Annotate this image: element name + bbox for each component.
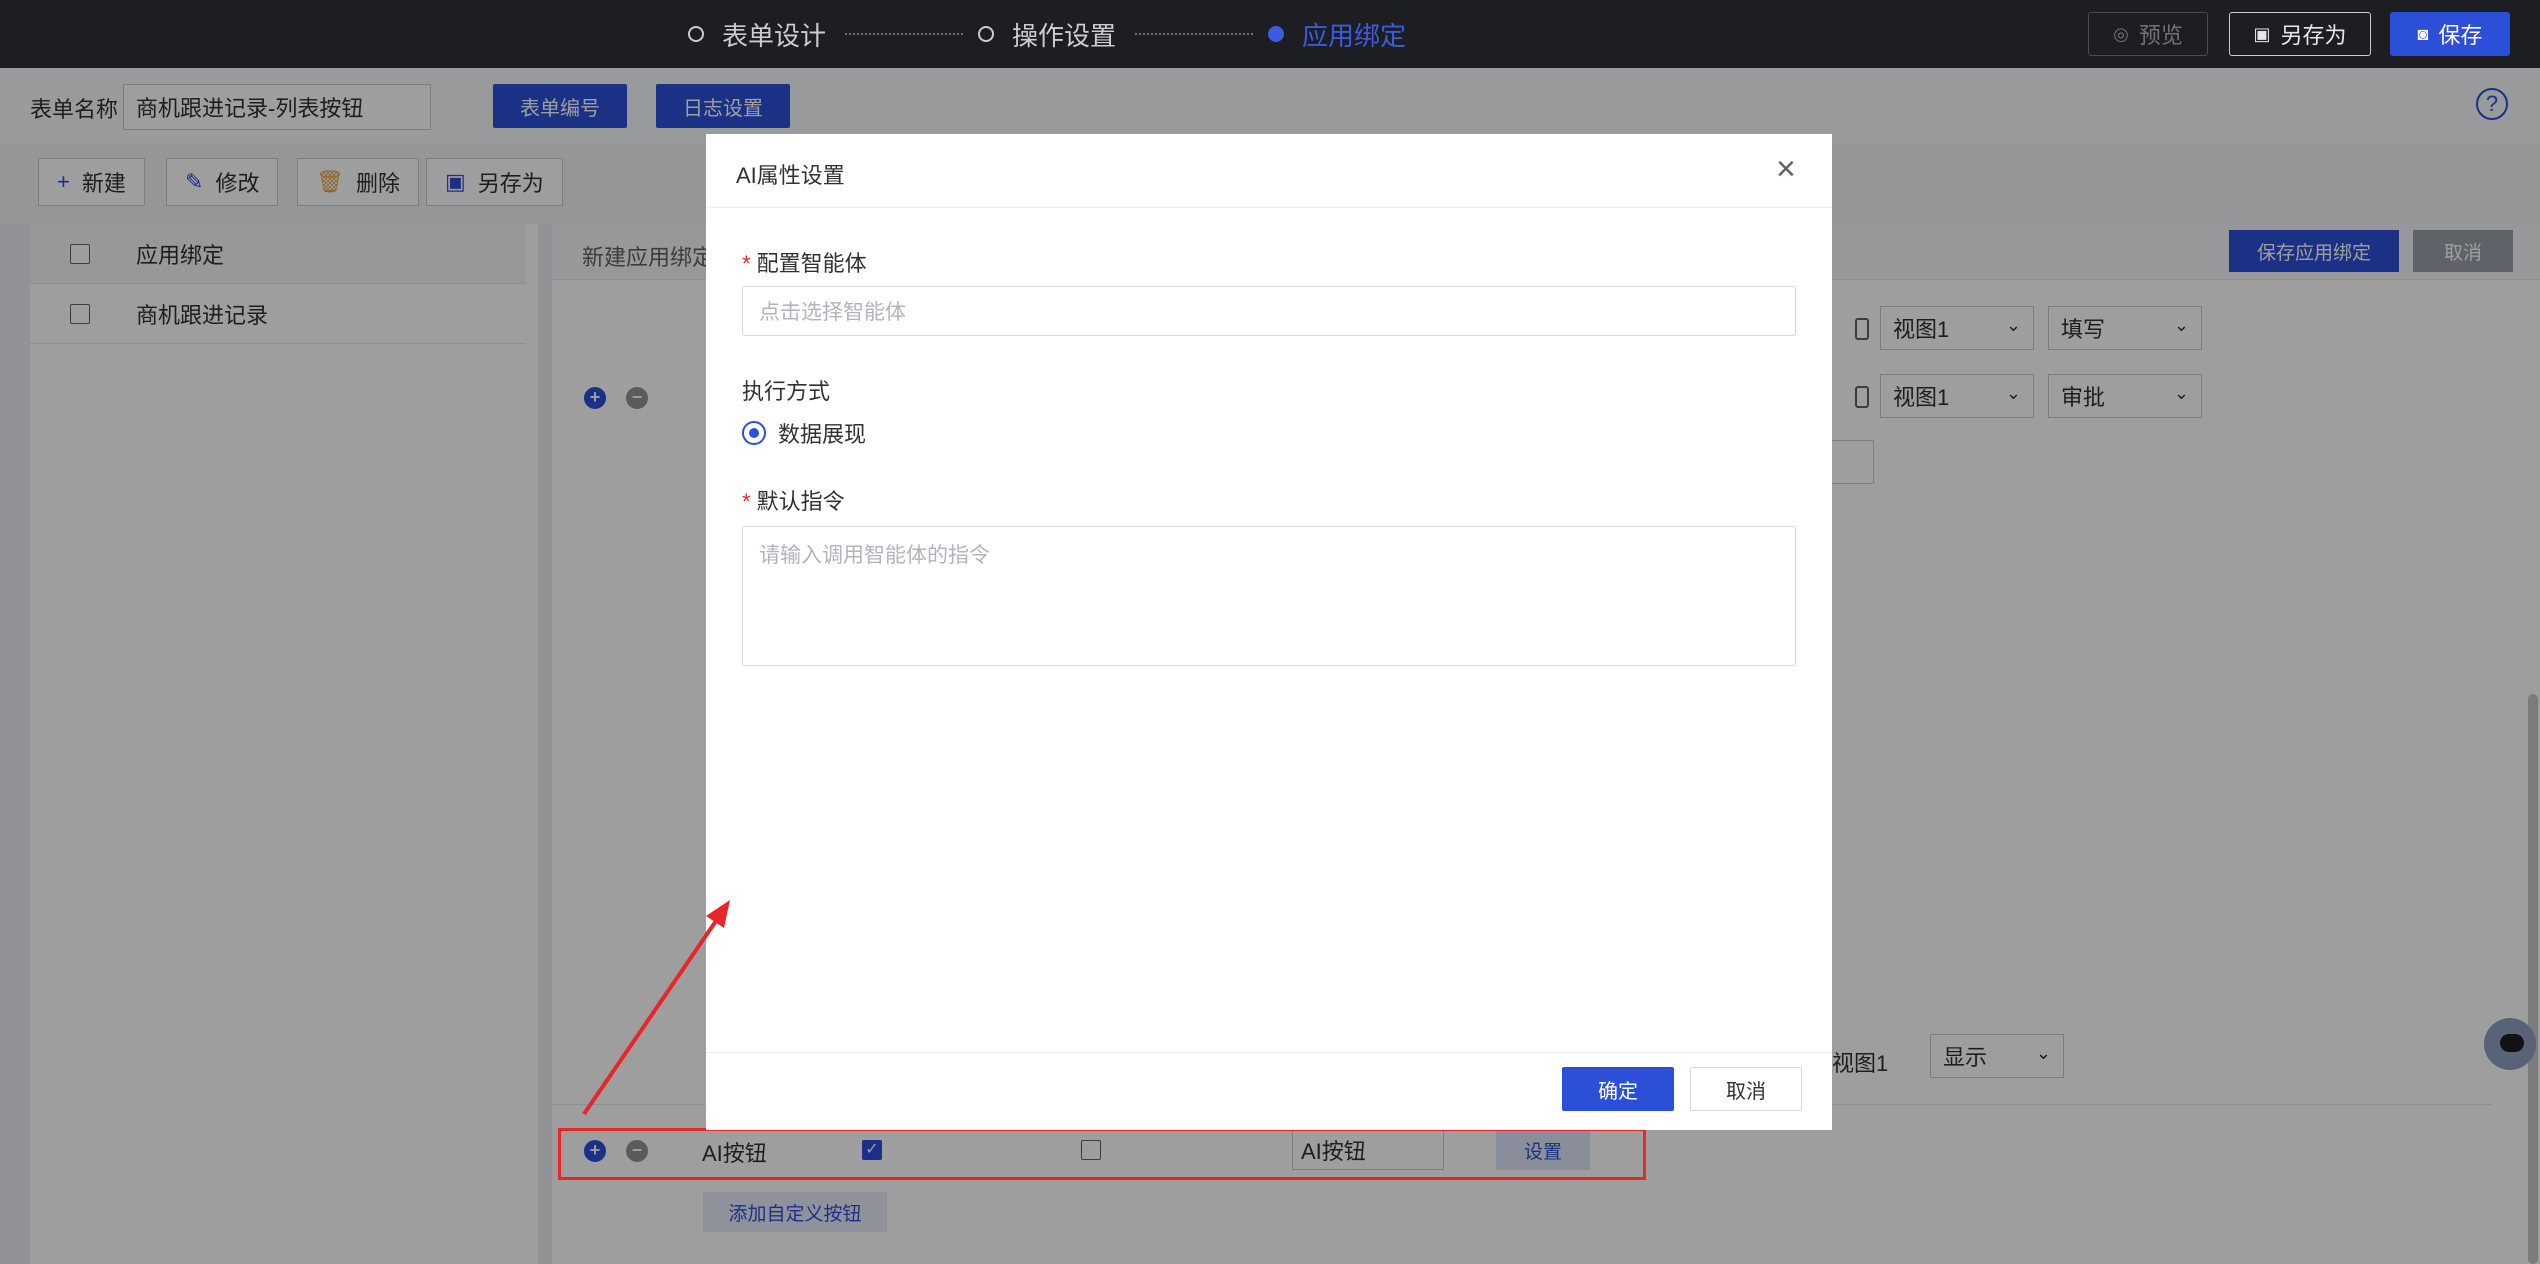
step-dot-icon [688,26,704,42]
required-marker: * [742,251,751,276]
step-app-binding[interactable]: 应用绑定 [1268,0,1406,68]
eye-icon: ◎ [2113,23,2129,44]
command-textarea[interactable]: 请输入调用智能体的指令 [742,526,1796,666]
cancel-button[interactable]: 取消 [1690,1067,1802,1111]
command-field-label: * 默认指令 [742,489,845,514]
dialog-header: AI属性设置 × [706,134,1832,208]
exec-mode-radio-data-display[interactable]: 数据展现 [742,417,866,449]
required-marker: * [742,489,751,514]
close-icon[interactable]: × [1776,152,1796,186]
step-operation-settings[interactable]: 操作设置 [978,0,1116,68]
annotation-highlight-box [558,1128,1646,1180]
step-dot-icon [978,26,994,42]
step-form-design[interactable]: 表单设计 [688,0,826,68]
radio-selected-icon [742,421,766,445]
agent-select-input[interactable]: 点击选择智能体 [742,286,1796,336]
step-connector [845,33,963,35]
step-connector [1135,33,1253,35]
preview-button[interactable]: ◎ 预览 [2088,12,2208,56]
save-as-button[interactable]: ▣ 另存为 [2229,12,2371,56]
confirm-button[interactable]: 确定 [1562,1067,1674,1111]
save-icon: ◙ [2417,23,2429,44]
agent-field-label: * 配置智能体 [742,251,867,276]
exec-mode-label: 执行方式 [742,379,831,404]
ai-properties-dialog: AI属性设置 × * 配置智能体 点击选择智能体 执行方式 数据展现 * 默认指令 … [706,134,1832,1130]
top-bar: 表单设计 操作设置 应用绑定 ◎ 预览 ▣ 另存为 ◙ 保存 [0,0,2540,68]
dialog-title: AI属性设置 [736,163,845,188]
save-button[interactable]: ◙ 保存 [2390,12,2510,56]
disk-icon: ▣ [2253,23,2271,44]
step-dot-icon [1268,26,1284,42]
dialog-footer: 确定 取消 [706,1052,1832,1130]
